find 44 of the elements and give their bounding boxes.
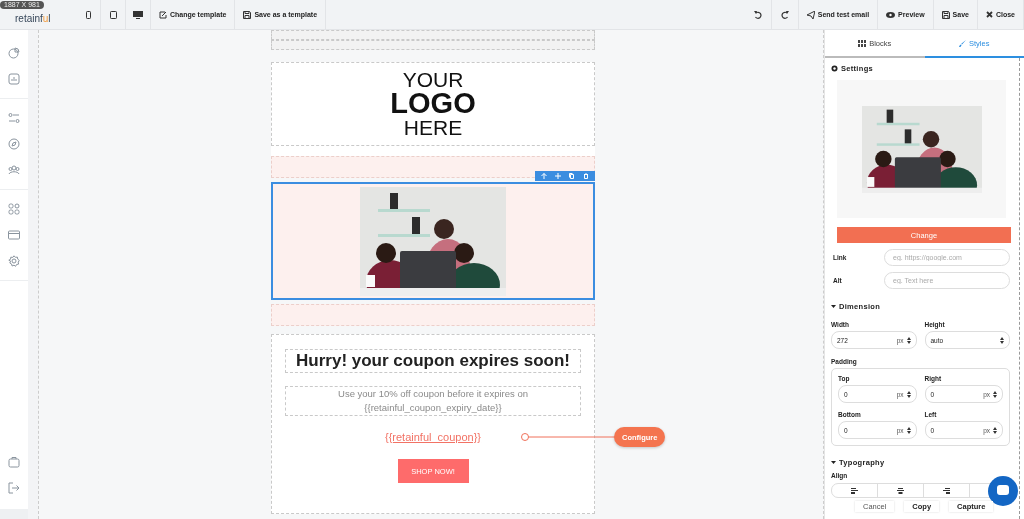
redo-icon[interactable] <box>780 10 789 19</box>
grid-icon <box>858 39 867 47</box>
logo-text: YOUR <box>402 70 464 91</box>
paper-plane-icon <box>806 10 815 19</box>
image-block[interactable] <box>271 182 595 300</box>
compass-icon[interactable] <box>8 138 20 150</box>
align-right-icon[interactable] <box>943 487 950 494</box>
coupon-code: {{retainful_coupon}} <box>384 431 481 443</box>
bag-icon[interactable] <box>8 456 20 468</box>
spinner-icon <box>906 390 911 398</box>
spinner-icon <box>1000 336 1004 344</box>
eye-icon <box>886 11 896 18</box>
spinner-icon <box>993 426 997 434</box>
brush-icon <box>959 39 967 47</box>
spinner-icon <box>906 336 911 344</box>
sliders-icon[interactable] <box>8 112 20 124</box>
bar-chart-icon[interactable] <box>8 73 20 85</box>
logout-icon[interactable] <box>8 482 20 494</box>
arrow-up-icon[interactable] <box>541 173 547 179</box>
align-center-icon[interactable] <box>897 487 904 494</box>
people-icon[interactable] <box>8 164 20 176</box>
phone-icon[interactable] <box>85 10 91 19</box>
spinner-icon <box>906 426 911 434</box>
spinner-icon <box>993 390 997 398</box>
card-icon[interactable] <box>8 229 20 241</box>
caret-icon[interactable] <box>831 461 836 464</box>
caret-icon[interactable] <box>831 305 836 308</box>
align-left-icon[interactable] <box>851 487 858 494</box>
pie-chart-icon[interactable] <box>8 47 20 59</box>
tablet-icon[interactable] <box>109 10 117 19</box>
email-paragraph: Use your 10% off coupon before it expires on {{retainful_coupon_expiry_date}} <box>285 386 581 416</box>
move-icon[interactable] <box>555 173 561 179</box>
logo-text: LOGO <box>390 90 476 118</box>
close-icon <box>985 11 993 18</box>
email-heading: Hurry! your coupon expires soon! <box>285 349 581 373</box>
apps-icon[interactable] <box>8 203 20 215</box>
chat-bubble-icon[interactable] <box>988 476 1018 506</box>
gear-icon <box>831 65 838 72</box>
monitor-icon[interactable] <box>133 10 143 19</box>
settings-icon[interactable] <box>8 255 20 267</box>
undo-icon[interactable] <box>753 10 762 19</box>
retainful-logo: retainful <box>15 13 51 24</box>
edit-icon <box>159 10 167 19</box>
logo-text: HERE <box>403 117 463 138</box>
